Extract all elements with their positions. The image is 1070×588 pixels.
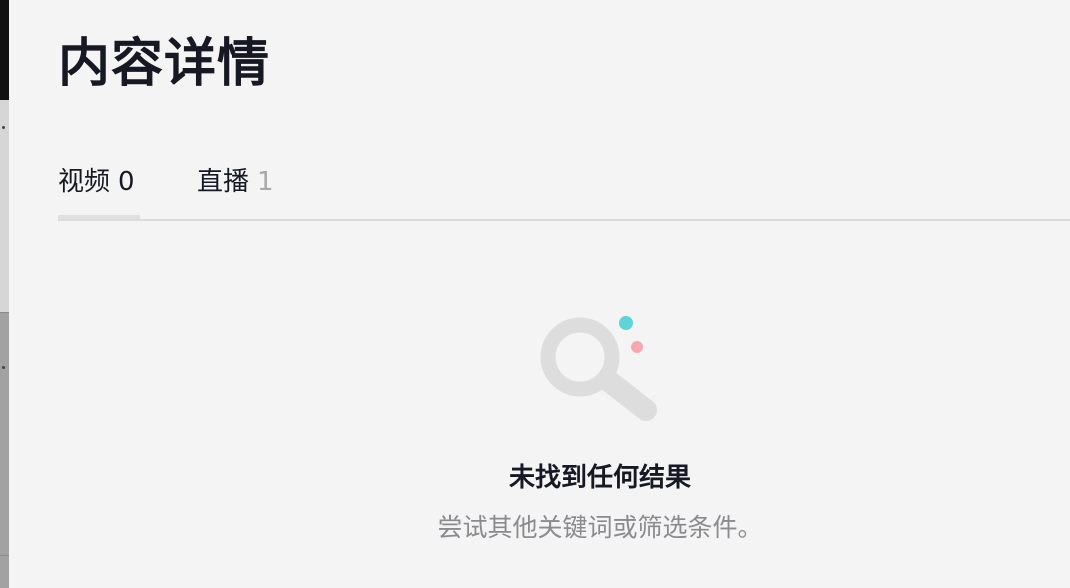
background-page-edge-top	[0, 0, 9, 100]
background-page-edge-mid	[0, 100, 9, 312]
content-detail-panel: 内容详情 视频 0 直播 1 未找到任何结果 尝试其他关键词或筛选条件。	[0, 0, 1070, 588]
empty-state-subtitle: 尝试其他关键词或筛选条件。	[437, 513, 763, 542]
magnifier-handle	[599, 371, 657, 421]
empty-state-title: 未找到任何结果	[508, 463, 691, 493]
tab-live-count: 1	[257, 167, 274, 197]
background-page-edge-divider	[0, 555, 9, 556]
tab-live-label: 直播	[197, 167, 250, 197]
background-page-edge-dot	[2, 126, 5, 129]
pink-dot-icon	[631, 341, 643, 353]
tab-video-label: 视频	[58, 167, 111, 197]
background-page-edge-divider	[0, 312, 9, 313]
background-page-edge	[0, 0, 9, 588]
tab-video-count: 0	[118, 167, 135, 197]
background-page-edge-dot	[2, 366, 5, 369]
cyan-dot-icon	[619, 316, 633, 330]
tab-live[interactable]: 直播 1	[197, 160, 274, 217]
search-empty-icon	[540, 312, 664, 428]
active-tab-indicator	[58, 215, 140, 219]
tab-bar: 视频 0 直播 1	[58, 160, 1070, 221]
page-title: 内容详情	[58, 34, 271, 94]
tab-video[interactable]: 视频 0	[58, 160, 140, 219]
magnifier-lens	[540, 317, 620, 397]
search-empty-icon-graphic	[540, 316, 657, 421]
